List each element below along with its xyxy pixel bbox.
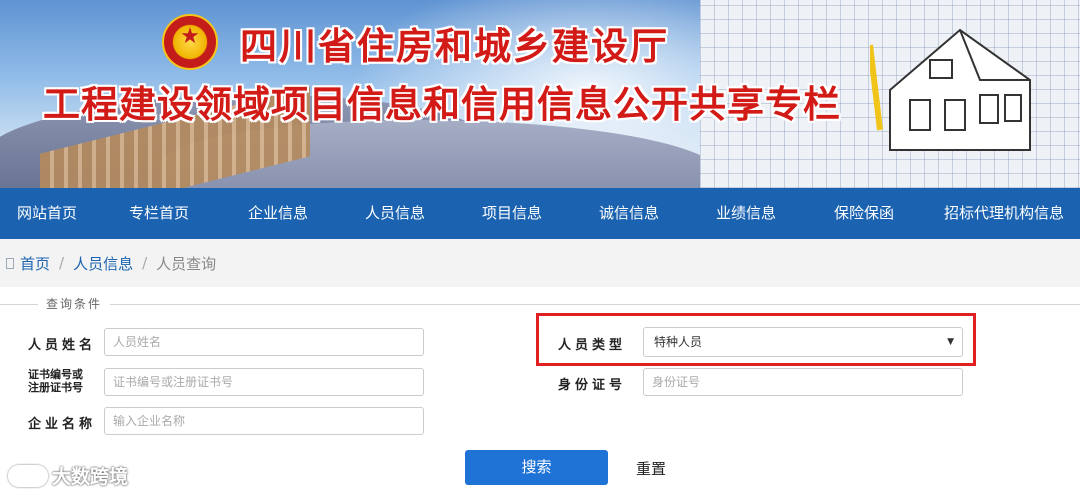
nav-item-personnel-info[interactable]: 人员信息 — [332, 188, 458, 239]
name-input[interactable] — [104, 328, 424, 356]
company-label: 企业名称 — [28, 417, 97, 432]
watermark: 大数跨境 — [8, 462, 128, 489]
site-subtitle: 工程建设领域项目信息和信用信息公开共享专栏 — [43, 83, 841, 126]
header-banner: 四川省住房和城乡建设厅 工程建设领域项目信息和信用信息公开共享专栏 — [0, 0, 1080, 188]
breadcrumb-separator: / — [59, 254, 65, 272]
nav-item-project-info[interactable]: 项目信息 — [458, 188, 566, 239]
main-nav: 网站首页 专栏首页 企业信息 人员信息 项目信息 诚信信息 业绩信息 保险保函 … — [0, 188, 1080, 239]
breadcrumb: 首页 / 人员信息 / 人员查询 — [0, 239, 1080, 287]
reset-button[interactable]: 重置 — [636, 458, 666, 479]
nav-item-insurance[interactable]: 保险保函 — [800, 188, 928, 239]
cert-label-line1: 证书编号或 — [28, 368, 83, 381]
name-label: 人员姓名 — [28, 338, 97, 353]
breadcrumb-separator: / — [142, 254, 148, 272]
house-sketch-icon — [870, 28, 1031, 151]
nav-item-performance-info[interactable]: 业绩信息 — [692, 188, 800, 239]
cert-label-line2: 注册证书号 — [28, 381, 83, 394]
cert-number-input[interactable] — [104, 368, 424, 396]
id-number-label: 身份证号 — [558, 378, 627, 393]
site-title: 四川省住房和城乡建设厅 — [240, 25, 669, 68]
breadcrumb-home[interactable]: 首页 — [20, 253, 50, 274]
form-legend: 查询条件 — [38, 295, 111, 312]
breadcrumb-current: 人员查询 — [156, 254, 217, 273]
nav-item-column-home[interactable]: 专栏首页 — [94, 188, 224, 239]
breadcrumb-section[interactable]: 人员信息 — [73, 253, 133, 274]
nav-item-home[interactable]: 网站首页 — [0, 188, 94, 239]
nav-item-credit-info[interactable]: 诚信信息 — [566, 188, 692, 239]
cert-label: 证书编号或 注册证书号 — [28, 368, 83, 394]
national-emblem-icon — [162, 14, 218, 70]
watermark-logo-icon — [8, 464, 48, 487]
nav-item-tender-agency[interactable]: 招标代理机构信息 — [928, 188, 1080, 239]
nav-item-company-info[interactable]: 企业信息 — [224, 188, 332, 239]
watermark-text: 大数跨境 — [52, 466, 129, 488]
company-name-input[interactable] — [104, 407, 424, 435]
highlight-box — [536, 313, 976, 366]
search-button[interactable]: 搜索 — [465, 450, 608, 485]
home-icon — [6, 257, 14, 269]
id-number-input[interactable] — [643, 368, 963, 396]
